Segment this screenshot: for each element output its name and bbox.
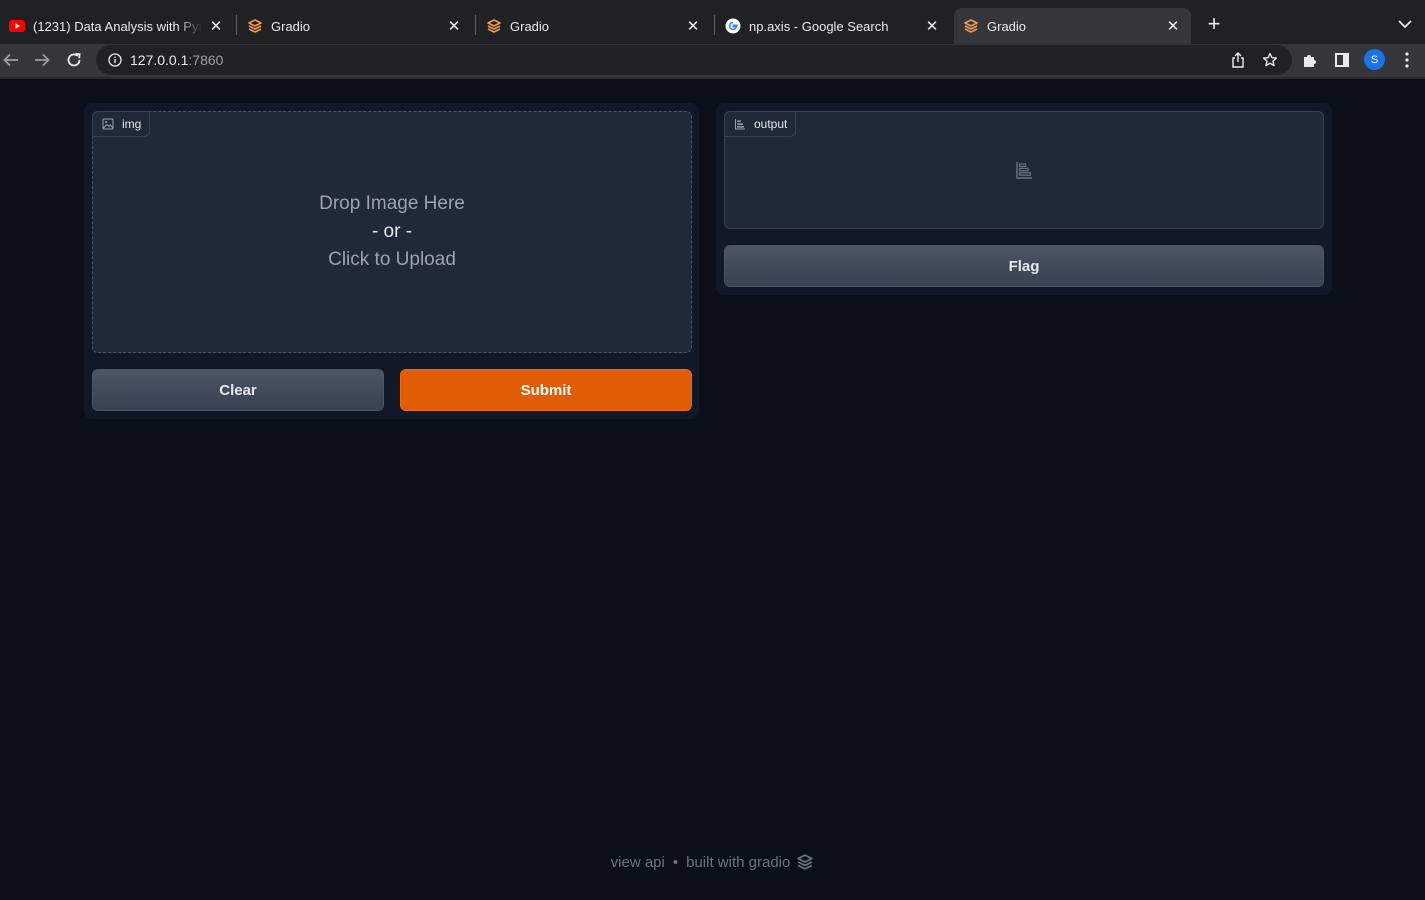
tab-title: np.axis - Google Search bbox=[749, 18, 889, 34]
back-button[interactable] bbox=[0, 47, 24, 73]
new-tab-button[interactable]: + bbox=[1202, 11, 1226, 36]
output-label: output bbox=[724, 111, 797, 137]
close-tab-icon[interactable]: ✕ bbox=[685, 18, 701, 35]
browser-tab-youtube[interactable]: (1231) Data Analysis with Python - YouTu… bbox=[0, 8, 234, 44]
extensions-icon[interactable] bbox=[1299, 49, 1321, 71]
tab-divider bbox=[475, 15, 476, 35]
output-label-text: output bbox=[754, 117, 788, 131]
gradio-icon bbox=[486, 18, 502, 34]
tab-title: Gradio bbox=[271, 18, 311, 34]
browser-tab-gradio-active[interactable]: Gradio ✕ bbox=[954, 8, 1191, 44]
forward-button[interactable] bbox=[29, 47, 55, 73]
close-tab-icon[interactable]: ✕ bbox=[1165, 18, 1181, 35]
url-text: 127.0.0.1:7860 bbox=[130, 52, 223, 68]
bookmark-star-icon[interactable] bbox=[1261, 51, 1279, 69]
tab-title: (1231) Data Analysis with Python - YouTu… bbox=[33, 18, 202, 34]
close-tab-icon[interactable]: ✕ bbox=[208, 18, 224, 35]
gradio-icon bbox=[963, 18, 979, 34]
side-panel-icon[interactable] bbox=[1331, 49, 1353, 71]
footer: view api • built with gradio bbox=[0, 853, 1425, 871]
youtube-icon bbox=[9, 18, 25, 34]
browser-toolbar: 127.0.0.1:7860 S bbox=[0, 44, 1425, 77]
gradio-icon bbox=[247, 18, 263, 34]
tab-divider bbox=[714, 15, 715, 35]
browser-tab-gradio-1[interactable]: Gradio ✕ bbox=[238, 8, 472, 44]
chevron-down-icon[interactable] bbox=[1395, 14, 1415, 34]
toolbar-divider bbox=[0, 77, 1425, 79]
tab-divider bbox=[236, 15, 237, 35]
browser-tab-gradio-2[interactable]: Gradio ✕ bbox=[477, 8, 711, 44]
address-bar[interactable]: 127.0.0.1:7860 bbox=[96, 45, 1292, 75]
output-panel: output Flag bbox=[716, 103, 1332, 295]
close-tab-icon[interactable]: ✕ bbox=[924, 18, 940, 35]
drop-image-text: Drop Image Here bbox=[319, 193, 465, 214]
info-icon[interactable] bbox=[108, 53, 122, 67]
or-text: - or - bbox=[371, 221, 413, 242]
view-api-link[interactable]: view api bbox=[611, 854, 665, 871]
click-to-upload-text: Click to Upload bbox=[328, 249, 456, 270]
flag-button[interactable]: Flag bbox=[724, 245, 1324, 287]
tab-title: Gradio bbox=[510, 18, 550, 34]
tab-title: Gradio bbox=[987, 18, 1027, 34]
browser-tab-strip: (1231) Data Analysis with Python - YouTu… bbox=[0, 0, 1425, 44]
input-label: img bbox=[92, 111, 151, 137]
url-host: 127.0.0.1 bbox=[130, 52, 189, 68]
google-icon bbox=[725, 18, 741, 34]
clear-button[interactable]: Clear bbox=[92, 369, 384, 411]
input-panel: img Drop Image Here - or - Click to Uplo… bbox=[84, 103, 699, 419]
upload-instructions: Drop Image Here - or - Click to Upload bbox=[93, 190, 691, 274]
submit-button[interactable]: Submit bbox=[400, 369, 692, 411]
image-icon bbox=[102, 118, 114, 130]
close-tab-icon[interactable]: ✕ bbox=[446, 18, 462, 35]
image-upload-dropzone[interactable]: img Drop Image Here - or - Click to Uplo… bbox=[92, 111, 692, 353]
profile-avatar[interactable]: S bbox=[1364, 49, 1385, 70]
label-icon bbox=[734, 118, 746, 130]
url-port: :7860 bbox=[188, 52, 224, 68]
reload-button[interactable] bbox=[61, 47, 87, 73]
input-label-text: img bbox=[122, 117, 142, 131]
gradio-logo-icon bbox=[796, 853, 814, 871]
more-menu-icon[interactable] bbox=[1396, 49, 1418, 71]
output-block: output bbox=[724, 111, 1324, 229]
built-with-gradio-link[interactable]: built with gradio bbox=[686, 854, 790, 871]
footer-separator: • bbox=[672, 853, 679, 871]
share-icon[interactable] bbox=[1229, 51, 1247, 69]
label-placeholder-icon bbox=[1015, 161, 1033, 179]
browser-tab-google[interactable]: np.axis - Google Search ✕ bbox=[716, 8, 950, 44]
